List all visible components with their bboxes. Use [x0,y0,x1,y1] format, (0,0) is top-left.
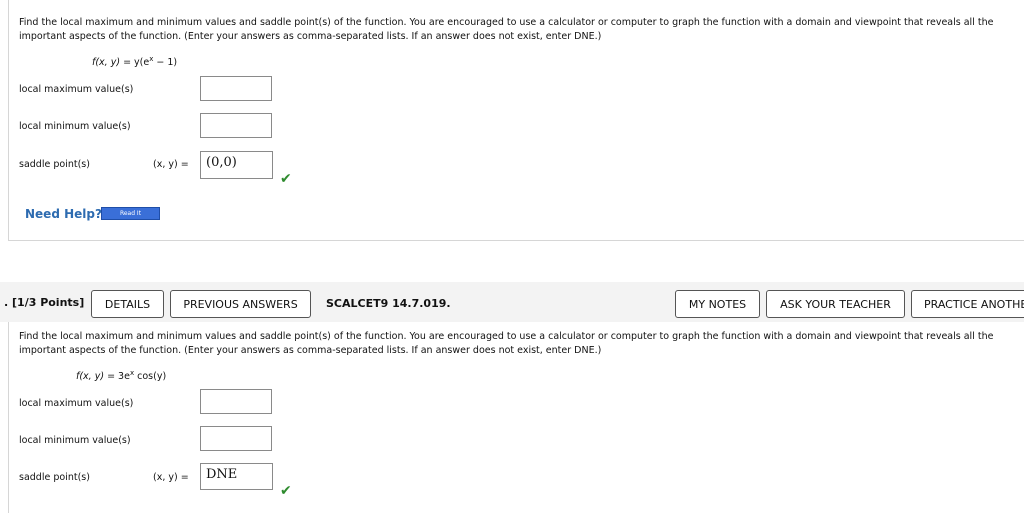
details-button[interactable]: DETAILS [91,290,164,318]
q1-local-min-label: local minimum value(s) [19,121,131,132]
q1-local-max-label: local maximum value(s) [19,84,134,95]
q2-points: . [1/3 Points] [4,296,85,309]
q2-function-tail: cos(y) [134,371,167,383]
q2-local-max-label: local maximum value(s) [19,398,134,409]
read-it-button[interactable]: Read It [101,207,160,220]
q1-prompt-line-1: Find the local maximum and minimum value… [19,17,994,28]
ask-your-teacher-button[interactable]: ASK YOUR TEACHER [766,290,905,318]
my-notes-button[interactable]: MY NOTES [675,290,760,318]
q1-local-max-input[interactable] [200,76,272,101]
q2-saddle-label: saddle point(s) [19,472,90,483]
q2-saddle-input[interactable]: DNE [200,463,273,490]
q2-function: f(x, y) = 3ex cos(y) [76,369,166,382]
q1-saddle-input[interactable]: (0,0) [200,151,273,179]
q2-problem-code: SCALCET9 14.7.019. [326,297,451,310]
q1-correct-check-icon: ✔ [280,171,292,187]
q1-function-tail: − 1) [153,57,178,69]
need-help-label: Need Help? [25,207,102,221]
q1-prompt-line-2: important aspects of the function. (Ente… [19,31,602,42]
q1-function-lhs: f(x, y) [92,57,121,69]
q1-function: f(x, y) = y(ex − 1) [92,55,177,68]
q2-function-lhs: f(x, y) [76,371,105,383]
q2-prompt-line-2: important aspects of the function. (Ente… [19,345,602,356]
q1-local-min-input[interactable] [200,113,272,138]
q1-function-rhs: = y(e [123,57,150,69]
practice-another-button[interactable]: PRACTICE ANOTHER [911,290,1024,318]
q2-xy-label: (x, y) = [153,472,189,483]
q2-function-rhs: = 3e [107,371,130,383]
q2-prompt-line-1: Find the local maximum and minimum value… [19,331,994,342]
q1-saddle-label: saddle point(s) [19,159,90,170]
previous-answers-button[interactable]: PREVIOUS ANSWERS [170,290,311,318]
q2-local-max-input[interactable] [200,389,272,414]
q1-xy-label: (x, y) = [153,159,189,170]
q2-local-min-label: local minimum value(s) [19,435,131,446]
q2-correct-check-icon: ✔ [280,483,292,499]
q2-local-min-input[interactable] [200,426,272,451]
